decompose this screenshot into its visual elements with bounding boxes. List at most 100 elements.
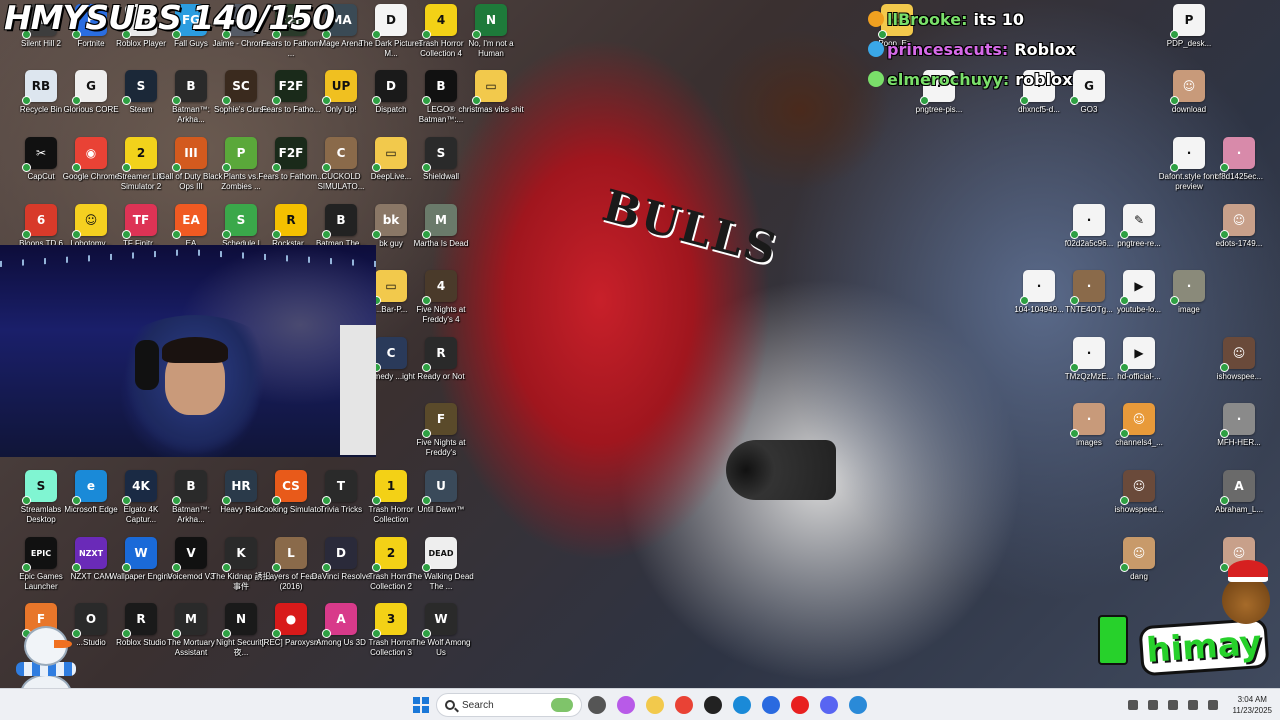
app-icon-glyph: C [336,146,346,160]
desktop-shortcut-icon[interactable]: ▶ hd-official-... [1110,337,1168,399]
shortcut-label: hd-official-... [1117,372,1161,381]
app-icon-glyph: L [287,546,295,560]
desktop-shortcut-icon[interactable]: 4 Five Nights at Freddy's 4 [412,270,470,332]
desktop-shortcut-icon[interactable]: N No, I'm not a Human [462,4,520,66]
volume-icon[interactable] [1207,700,1218,710]
desktop-shortcut-icon[interactable]: ☺ dang [1110,537,1168,599]
chat-message: llBrooke: its 10 [868,4,1076,34]
app-icon: L [272,537,307,572]
obs-icon[interactable] [704,696,722,714]
sync-check-icon [1220,230,1229,239]
sync-check-icon [372,163,381,172]
desktop-shortcut-icon[interactable]: ▭ christmas vibs shit [458,70,524,132]
desktop-shortcut-icon[interactable]: ☺ download [1160,70,1218,132]
app-icon: CS [272,470,307,505]
microphone-icon[interactable] [1187,700,1198,710]
app-icon: ☺ [1220,337,1255,372]
sync-check-icon [1020,96,1029,105]
desktop-shortcut-icon[interactable]: ☺ ishowspeed... [1110,470,1168,532]
app-icon: ◉ [72,137,107,172]
desktop-shortcut-icon[interactable]: P PDP_desk... [1160,4,1218,66]
sync-check-icon [422,96,431,105]
app-icon-glyph: ☺ [1232,213,1246,227]
desktop-shortcut-icon[interactable]: M Martha Is Dead [412,204,470,266]
app-icon: C [372,337,407,372]
desktop-shortcut-icon[interactable]: · image [1160,270,1218,332]
app-icon: 1 [372,470,407,505]
sync-check-icon [172,96,181,105]
chat-text: Roblox [1014,39,1076,59]
sync-check-icon [1070,96,1079,105]
desktop-shortcut-icon[interactable]: ✎ pngtree-re... [1110,204,1168,266]
desktop-shortcut-icon[interactable]: A Abraham_L... [1210,470,1268,532]
chat-badge-icon [868,41,884,57]
task-view-icon[interactable] [588,696,606,714]
discord-icon[interactable] [820,696,838,714]
shortcut-label: MFH-HER... [1217,438,1261,447]
sync-check-icon [1220,163,1229,172]
app-icon-glyph: K [236,546,246,560]
app-icon-glyph: EA [182,213,200,227]
network-icon[interactable] [1167,700,1178,710]
file-explorer-icon[interactable] [646,696,664,714]
wall-poster [340,325,376,455]
app-icon-glyph: V [186,546,196,560]
app-icon: A [322,603,357,638]
store-icon[interactable] [762,696,780,714]
desktop-shortcut-icon[interactable]: ☺ ishowspee... [1210,337,1268,399]
app-icon: 4K [122,470,157,505]
sync-check-icon [172,230,181,239]
copilot-icon[interactable] [617,696,635,714]
sync-check-icon [372,496,381,505]
app-icon: · [1020,270,1055,305]
app-icon-glyph: · [1186,279,1192,293]
desktop-shortcut-icon[interactable]: R Ready or Not [412,337,470,399]
app-icon: W [422,603,457,638]
app-icon-glyph: 3 [386,612,396,626]
app-icon: bk [372,204,407,239]
app-icon-glyph: 6 [36,213,46,227]
desktop-shortcut-icon[interactable]: ☺ edots-1749... [1210,204,1268,266]
streamer-hair [162,337,228,363]
desktop-shortcut-icon[interactable]: W The Wolf Among Us [412,603,471,665]
sync-check-icon [272,230,281,239]
shortcut-label: GO3 [1080,105,1098,114]
app-icon-glyph: · [1086,213,1092,227]
app-icon: · [1070,403,1105,438]
tray-app-icon[interactable] [1147,700,1158,710]
start-button[interactable] [410,694,432,716]
sync-check-icon [1120,363,1129,372]
sync-check-icon [22,163,31,172]
sync-check-icon [222,629,231,638]
taskbar-search-box[interactable]: Search [436,693,582,717]
desktop-shortcut-icon[interactable]: DEAD The Walking Dead The ... [408,537,474,599]
desktop-shortcut-icon[interactable]: F Five Nights at Freddy's [412,403,470,465]
edge-icon[interactable] [733,696,751,714]
app-icon: N [222,603,257,638]
desktop-shortcut-icon[interactable]: · cf8d1425ec... [1210,137,1268,199]
sync-check-icon [222,563,231,572]
sync-check-icon [72,563,81,572]
youtube-icon[interactable] [791,696,809,714]
sync-check-icon [322,96,331,105]
wallpaper-camera [726,440,836,500]
app-icon-glyph: III [184,146,198,160]
chat-text: roblox [1015,69,1073,89]
security-icon[interactable] [849,696,867,714]
shortcut-label: channels4_... [1115,438,1163,447]
desktop-shortcut-icon[interactable]: ☺ channels4_... [1110,403,1168,465]
chevron-up-icon[interactable] [1127,700,1138,710]
sync-check-icon [222,230,231,239]
desktop-shortcut-icon[interactable]: S Shieldwall [412,137,470,199]
sync-check-icon [1070,230,1079,239]
desktop-shortcut-icon[interactable]: U Until Dawn™ [412,470,470,532]
app-icon-glyph: ☺ [1232,546,1246,560]
sync-check-icon [172,496,181,505]
app-icon: B [322,204,357,239]
sync-check-icon [1170,296,1179,305]
taskbar-clock[interactable]: 3:04 AM 11/23/2025 [1233,694,1272,716]
chrome-icon[interactable] [675,696,693,714]
desktop-shortcut-icon[interactable]: · MFH-HER... [1210,403,1268,465]
app-icon: 6 [22,204,57,239]
app-icon: ☺ [1120,470,1155,505]
